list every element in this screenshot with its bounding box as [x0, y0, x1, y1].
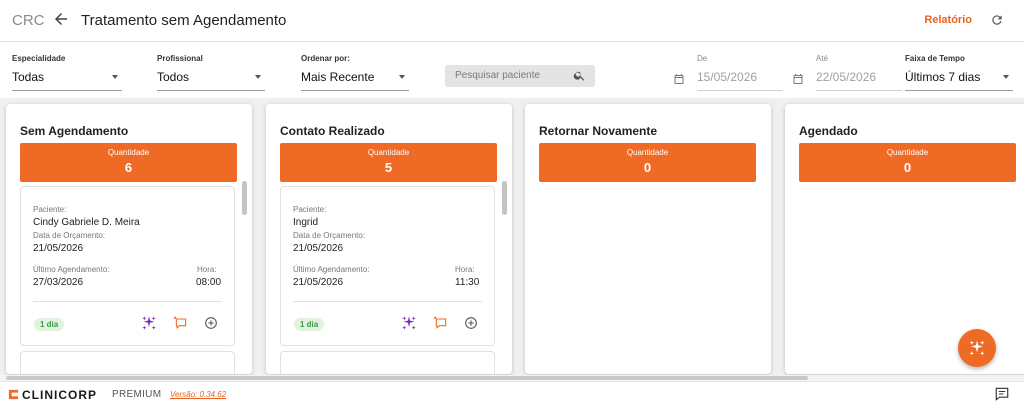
- app-name: CRC: [12, 12, 45, 29]
- report-button[interactable]: Relatório: [924, 14, 972, 26]
- quantity-value: 5: [384, 160, 393, 175]
- faixa-tempo-select[interactable]: Faixa de Tempo Últimos 7 dias: [905, 54, 1013, 91]
- chat-icon[interactable]: [994, 387, 1010, 401]
- date-from-field[interactable]: De 15/05/2026: [673, 54, 783, 91]
- last-appointment-date: 21/05/2026: [293, 277, 344, 288]
- search-input[interactable]: Pesquisar paciente: [445, 65, 595, 87]
- plan-label: PREMIUM: [112, 389, 162, 400]
- budget-date-label: Data de Orçamento:: [33, 231, 106, 240]
- refresh-icon[interactable]: [990, 13, 1004, 27]
- search-placeholder: Pesquisar paciente: [455, 70, 541, 81]
- quantity-box: Quantidade 5: [280, 143, 497, 182]
- back-arrow-icon[interactable]: [52, 10, 70, 28]
- status-badge: 1 dia: [294, 318, 325, 331]
- patient-card[interactable]: [20, 351, 235, 374]
- sparkle-icon[interactable]: [141, 315, 157, 331]
- column-title: Agendado: [799, 124, 858, 138]
- column-title: Contato Realizado: [280, 124, 385, 138]
- quantity-value: 0: [643, 160, 652, 175]
- calendar-icon[interactable]: [792, 73, 804, 85]
- column-scrollbar[interactable]: [242, 181, 247, 215]
- message-icon[interactable]: [173, 315, 189, 331]
- date-to-label: Até: [816, 54, 829, 63]
- profissional-value: Todos: [157, 70, 190, 84]
- quantity-value: 0: [903, 160, 912, 175]
- clinicorp-logo-mark-icon: [8, 389, 19, 400]
- quantity-box: Quantidade 6: [20, 143, 237, 182]
- patient-card[interactable]: [280, 351, 495, 374]
- scrollbar-thumb[interactable]: [6, 376, 808, 380]
- hour-label: Hora:: [197, 265, 217, 274]
- especialidade-value: Todas: [12, 70, 45, 84]
- chevron-down-icon: [1003, 75, 1009, 79]
- last-appointment-date: 27/03/2026: [33, 277, 84, 288]
- date-to-field[interactable]: Até 22/05/2026: [792, 54, 902, 91]
- hour-value: 11:30: [455, 277, 480, 288]
- quantity-label: Quantidade: [626, 148, 669, 157]
- patient-card[interactable]: Paciente: Ingrid Data de Orçamento: 21/0…: [280, 186, 495, 346]
- quantity-label: Quantidade: [107, 148, 150, 157]
- sparkle-icon: [969, 340, 985, 356]
- add-circle-icon[interactable]: [203, 315, 219, 331]
- patient-name: Cindy Gabriele D. Meira: [33, 217, 140, 228]
- patient-card[interactable]: Paciente: Cindy Gabriele D. Meira Data d…: [20, 186, 235, 346]
- column-title: Retornar Novamente: [539, 124, 658, 138]
- chevron-down-icon: [399, 75, 405, 79]
- ordenar-value: Mais Recente: [301, 70, 375, 84]
- hour-label: Hora:: [455, 265, 475, 274]
- brand-name: CLINICORP: [22, 388, 97, 402]
- column-contato-realizado: Contato Realizado Quantidade 5 Paciente:…: [266, 104, 512, 374]
- top-bar: CRC Tratamento sem Agendamento Relatório: [0, 0, 1024, 42]
- kanban-board: Sem Agendamento Quantidade 6 Paciente: C…: [0, 98, 1024, 375]
- add-circle-icon[interactable]: [463, 315, 479, 331]
- status-badge: 1 dia: [34, 318, 65, 331]
- date-to-value: 22/05/2026: [816, 70, 877, 84]
- calendar-icon[interactable]: [673, 73, 685, 85]
- chevron-down-icon: [112, 75, 118, 79]
- quantity-box: Quantidade 0: [539, 143, 756, 182]
- date-from-label: De: [697, 54, 708, 63]
- budget-date-label: Data de Orçamento:: [293, 231, 366, 240]
- date-from-value: 15/05/2026: [697, 70, 758, 84]
- page-title: Tratamento sem Agendamento: [81, 12, 287, 29]
- quantity-label: Quantidade: [886, 148, 929, 157]
- profissional-select[interactable]: Profissional Todos: [157, 54, 265, 91]
- especialidade-label: Especialidade: [12, 54, 66, 63]
- chevron-down-icon: [255, 75, 261, 79]
- faixa-tempo-label: Faixa de Tempo: [905, 54, 965, 63]
- ordenar-select[interactable]: Ordenar por: Mais Recente: [301, 54, 409, 91]
- last-appointment-label: Último Agendamento:: [293, 265, 370, 274]
- last-appointment-label: Último Agendamento:: [33, 265, 110, 274]
- message-icon[interactable]: [433, 315, 449, 331]
- faixa-tempo-value: Últimos 7 dias: [905, 70, 981, 84]
- hour-value: 08:00: [196, 277, 222, 288]
- quantity-box: Quantidade 0: [799, 143, 1016, 182]
- sparkle-icon[interactable]: [401, 315, 417, 331]
- footer: CLINICORP PREMIUM Versão: 0.34.62: [0, 381, 1024, 405]
- column-sem-agendamento: Sem Agendamento Quantidade 6 Paciente: C…: [6, 104, 252, 374]
- patient-name: Ingrid: [293, 217, 319, 228]
- budget-date: 21/05/2026: [33, 243, 84, 254]
- search-icon[interactable]: [573, 69, 586, 82]
- column-title: Sem Agendamento: [20, 124, 129, 138]
- column-retornar-novamente: Retornar Novamente Quantidade 0: [525, 104, 771, 374]
- patient-label: Paciente:: [293, 205, 327, 214]
- ai-assistant-button[interactable]: [958, 329, 996, 367]
- patient-label: Paciente:: [33, 205, 67, 214]
- especialidade-select[interactable]: Especialidade Todas: [12, 54, 122, 91]
- profissional-label: Profissional: [157, 54, 203, 63]
- column-scrollbar[interactable]: [502, 181, 507, 215]
- ordenar-label: Ordenar por:: [301, 54, 350, 63]
- quantity-label: Quantidade: [367, 148, 410, 157]
- version-link[interactable]: Versão: 0.34.62: [170, 390, 226, 399]
- budget-date: 21/05/2026: [293, 243, 344, 254]
- quantity-value: 6: [124, 160, 133, 175]
